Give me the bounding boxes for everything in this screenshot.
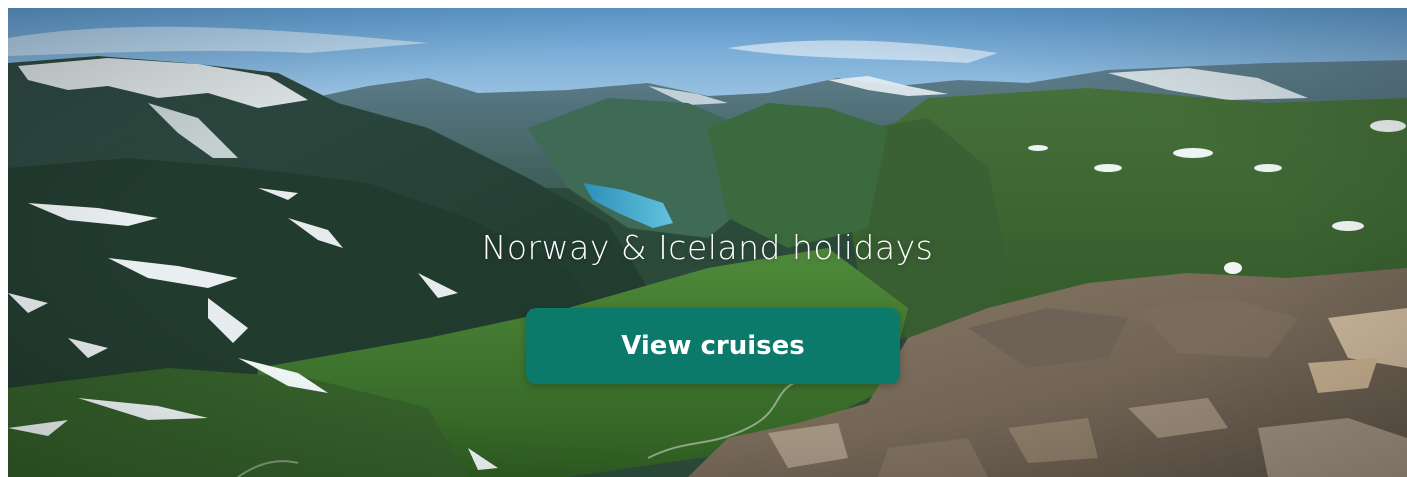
hero-headline: Norway & Iceland holidays <box>481 228 934 267</box>
hero-banner: Norway & Iceland holidays View cruises <box>8 8 1407 477</box>
view-cruises-button[interactable]: View cruises <box>526 308 900 384</box>
